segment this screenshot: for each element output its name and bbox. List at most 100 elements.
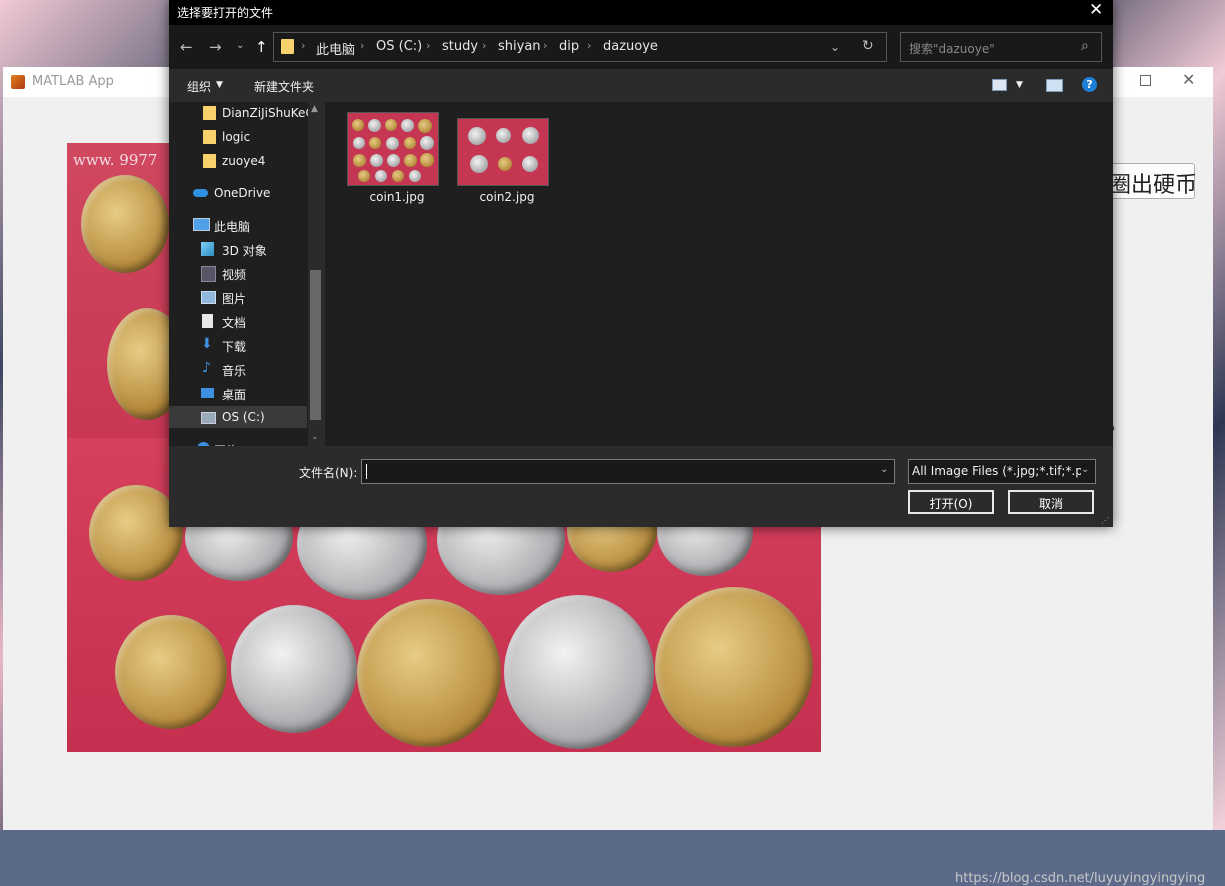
recent-locations-chevron-icon[interactable]: ⌄	[236, 40, 244, 51]
view-options-icon[interactable]	[992, 79, 1007, 91]
address-dropdown-icon[interactable]: ⌄	[830, 40, 840, 54]
file-type-filter[interactable]: All Image Files (*.jpg;*.tif;*.pr ⌄	[908, 459, 1096, 484]
sidebar-item-this-pc[interactable]: 此电脑	[169, 214, 307, 236]
sidebar-item-downloads[interactable]: ⬇ 下载	[169, 334, 307, 356]
breadcrumb-item[interactable]: 此电脑	[316, 39, 355, 58]
coin	[358, 170, 370, 182]
sidebar-item-os-c[interactable]: OS (C:)	[169, 406, 307, 428]
search-icon[interactable]: ⌕	[1081, 38, 1089, 54]
cube-icon	[201, 242, 214, 256]
forward-arrow-icon[interactable]: →	[209, 38, 222, 56]
sidebar-item-label: zuoye4	[222, 154, 266, 168]
file-item[interactable]: coin2.jpg	[452, 110, 562, 210]
back-arrow-icon[interactable]: ←	[180, 38, 193, 56]
file-list-area: coin1.jpg coin2.jpg	[327, 102, 1113, 446]
file-thumbnail	[457, 118, 549, 186]
coin	[385, 119, 397, 131]
breadcrumb-item[interactable]: study	[442, 39, 478, 54]
sidebar-item-logic[interactable]: logic	[169, 126, 307, 148]
scroll-up-icon[interactable]: ▲	[311, 104, 318, 114]
coin	[353, 137, 365, 149]
sidebar-item-pictures[interactable]: 图片	[169, 286, 307, 308]
scrollbar-thumb[interactable]	[310, 270, 321, 420]
cancel-button[interactable]: 取消	[1008, 490, 1094, 514]
filter-dropdown-icon[interactable]: ⌄	[1081, 464, 1090, 475]
dialog-toolbar: 组织 ▼ 新建文件夹 ▼ ?	[169, 69, 1113, 102]
sidebar-item-network[interactable]: 网络	[169, 438, 307, 446]
filename-label: 文件名(N):	[299, 466, 358, 480]
footer-watermark-url: https://blog.csdn.net/luyuyingyingying	[955, 871, 1206, 886]
breadcrumb-item[interactable]: shiyan	[498, 39, 541, 54]
breadcrumb-separator-icon[interactable]: ›	[587, 39, 591, 52]
preview-pane-icon[interactable]	[1046, 79, 1063, 92]
breadcrumb-separator-icon[interactable]: ›	[543, 39, 547, 52]
folder-icon	[203, 130, 216, 144]
coin	[115, 615, 227, 729]
organize-menu[interactable]: 组织	[187, 78, 211, 95]
coin	[522, 156, 538, 172]
text-caret	[366, 464, 367, 479]
file-type-filter-value: All Image Files (*.jpg;*.tif;*.pr	[912, 464, 1088, 478]
navigation-scrollbar[interactable]: ▲ ⌄	[308, 102, 325, 446]
coin	[387, 154, 400, 167]
sidebar-item-label: 视频	[222, 268, 247, 282]
coin	[496, 128, 511, 143]
dialog-close-icon[interactable]: ✕	[1089, 0, 1103, 20]
breadcrumb-separator-icon[interactable]: ›	[360, 39, 364, 52]
open-button[interactable]: 打开(O)	[908, 490, 994, 514]
desktop-icon	[201, 388, 214, 398]
picture-icon	[201, 291, 216, 304]
matlab-logo-icon	[11, 75, 25, 89]
music-icon: ♪	[202, 360, 211, 376]
breadcrumb-separator-icon[interactable]: ›	[301, 39, 305, 52]
sidebar-item-3d-objects[interactable]: 3D 对象	[169, 238, 307, 260]
sidebar-item-label: 图片	[222, 292, 247, 306]
breadcrumb-separator-icon[interactable]: ›	[482, 39, 486, 52]
resize-grip-icon[interactable]: ⋰	[1101, 516, 1109, 525]
coin	[404, 154, 417, 167]
filename-dropdown-icon[interactable]: ⌄	[880, 464, 888, 475]
breadcrumb-item[interactable]: dip	[559, 39, 579, 54]
breadcrumb-item[interactable]: OS (C:)	[376, 39, 422, 54]
folder-icon	[203, 154, 216, 168]
sidebar-item-zuoye4[interactable]: zuoye4	[169, 150, 307, 172]
coin	[470, 155, 488, 173]
sidebar-item-label: OS (C:)	[222, 410, 265, 424]
navigation-bar: ← → ⌄ ↑ › 此电脑 › OS (C:) › study › shiyan…	[169, 25, 1113, 69]
sidebar-item-onedrive[interactable]: OneDrive	[169, 182, 307, 204]
sidebar-item-music[interactable]: ♪ 音乐	[169, 358, 307, 380]
sidebar-item-videos[interactable]: 视频	[169, 262, 307, 284]
breadcrumb-separator-icon[interactable]: ›	[426, 39, 430, 52]
breadcrumb-item[interactable]: dazuoye	[603, 39, 658, 54]
sidebar-item-dianzijishukec[interactable]: DianZiJiShuKeC	[169, 102, 314, 124]
file-item[interactable]: coin1.jpg	[342, 110, 452, 210]
drive-icon	[201, 412, 216, 424]
coin	[231, 605, 357, 733]
sidebar-item-documents[interactable]: 文档	[169, 310, 307, 332]
view-options-dropdown-icon[interactable]: ▼	[1016, 80, 1023, 90]
maximize-icon[interactable]	[1140, 75, 1151, 86]
refresh-icon[interactable]: ↻	[862, 38, 874, 54]
matlab-window-title: MATLAB App	[32, 74, 114, 89]
file-name: coin1.jpg	[369, 190, 425, 204]
scroll-down-icon[interactable]: ⌄	[311, 432, 319, 442]
sidebar-item-label: logic	[222, 130, 251, 144]
sidebar-item-label: 下载	[222, 340, 247, 354]
folder-icon	[281, 39, 294, 54]
help-icon[interactable]: ?	[1082, 77, 1097, 92]
sidebar-item-label: 此电脑	[214, 220, 251, 234]
coin	[386, 137, 399, 150]
organize-dropdown-icon[interactable]: ▼	[216, 80, 223, 90]
close-icon[interactable]: ✕	[1182, 70, 1195, 89]
computer-icon	[193, 218, 210, 231]
search-box[interactable]: 搜索"dazuoye" ⌕	[900, 32, 1102, 62]
filename-input[interactable]: ⌄	[361, 459, 895, 484]
coin	[353, 154, 366, 167]
sidebar-item-desktop[interactable]: 桌面	[169, 382, 307, 404]
file-name: coin2.jpg	[479, 190, 535, 204]
sidebar-item-label: 文档	[222, 316, 247, 330]
new-folder-button[interactable]: 新建文件夹	[254, 78, 314, 95]
up-arrow-icon[interactable]: ↑	[255, 38, 268, 56]
address-bar[interactable]: › 此电脑 › OS (C:) › study › shiyan › dip ›…	[273, 32, 887, 62]
circle-coins-button[interactable]: 圈出硬币	[1105, 163, 1197, 199]
